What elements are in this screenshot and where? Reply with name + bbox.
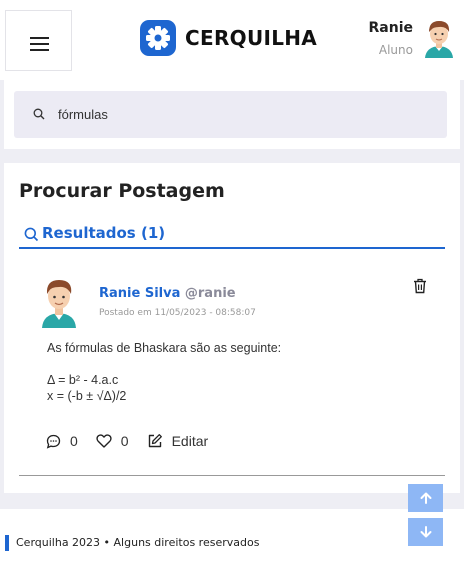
post-line: Δ = b² - 4.a.c	[47, 373, 119, 387]
brand-name: CERQUILHA	[185, 26, 318, 50]
post-author-name[interactable]: Ranie Silva	[99, 286, 180, 301]
comment-icon	[46, 434, 61, 449]
like-button[interactable]: 0	[96, 433, 129, 449]
heart-icon	[96, 434, 112, 448]
arrow-up-icon	[420, 492, 431, 504]
user-name[interactable]: Ranie	[369, 20, 414, 36]
edit-button[interactable]: Editar	[147, 433, 209, 449]
tab-results[interactable]: Resultados (1)	[19, 224, 445, 249]
post-actions: 0 0 Editar	[46, 431, 208, 451]
post-divider	[19, 475, 445, 476]
arrow-down-icon	[420, 526, 431, 538]
brand-logo[interactable]: CERQUILHA	[140, 20, 317, 56]
search-bar[interactable]	[14, 91, 447, 138]
top-header: CERQUILHA Ranie Aluno	[0, 0, 464, 80]
search-icon	[33, 108, 45, 120]
search-icon	[24, 227, 39, 242]
gear-logo-icon	[140, 20, 176, 56]
footer-accent-bar	[5, 535, 9, 551]
page-footer: Cerquilha 2023 • Alguns direitos reserva…	[0, 509, 464, 583]
user-role: Aluno	[378, 43, 413, 57]
scroll-down-button[interactable]	[408, 518, 443, 546]
scroll-up-button[interactable]	[408, 484, 443, 512]
search-card	[4, 80, 460, 149]
search-input[interactable]	[58, 103, 428, 125]
footer-copyright: Cerquilha 2023 • Alguns direitos reserva…	[16, 536, 260, 549]
like-count: 0	[120, 433, 129, 449]
results-card: Procurar Postagem Resultados (1) Ranie S…	[4, 163, 460, 493]
page-title: Procurar Postagem	[19, 180, 225, 202]
post-timestamp: Postado em 11/05/2023 - 08:58:07	[99, 308, 256, 318]
post-author-handle[interactable]: @ranie	[185, 286, 236, 301]
post-content: As fórmulas de Bhaskara são as seguinte:…	[47, 340, 281, 404]
menu-button[interactable]	[5, 10, 72, 71]
post-line: As fórmulas de Bhaskara são as seguinte:	[47, 341, 282, 355]
results-label: Resultados (1)	[42, 224, 166, 242]
post-line: x = (-b ± √Δ)/2	[47, 389, 127, 403]
comment-count: 0	[70, 433, 78, 449]
edit-icon	[148, 434, 162, 448]
trash-icon[interactable]	[413, 278, 427, 294]
user-avatar[interactable]	[422, 18, 456, 58]
author-avatar[interactable]	[38, 276, 80, 328]
edit-label: Editar	[171, 433, 209, 449]
post-author-line: Ranie Silva @ranie	[99, 286, 236, 301]
comment-button[interactable]: 0	[46, 433, 78, 449]
